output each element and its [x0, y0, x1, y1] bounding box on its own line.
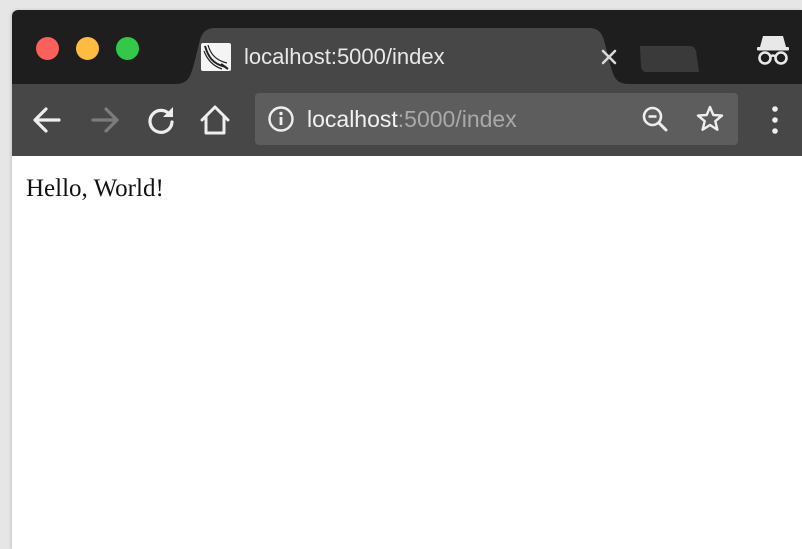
tab-title: localhost:5000/index	[244, 44, 445, 69]
new-tab-button[interactable]	[634, 44, 700, 74]
page-body-text: Hello, World!	[26, 175, 164, 202]
incognito-icon	[757, 36, 789, 65]
url-host: localhost	[307, 106, 398, 132]
zoom-out-icon[interactable]	[641, 105, 669, 133]
arrow-right-icon[interactable]	[88, 103, 122, 137]
url-text[interactable]: localhost:5000/index	[307, 104, 517, 134]
kebab-menu-icon[interactable]	[760, 103, 790, 137]
reload-icon[interactable]	[144, 103, 178, 137]
tab-strip: localhost:5000/index	[12, 10, 802, 84]
url-path: :5000/index	[397, 106, 517, 132]
window-minimize-button[interactable]	[76, 37, 99, 60]
window-maximize-button[interactable]	[116, 37, 139, 60]
star-icon[interactable]	[695, 104, 725, 134]
home-icon[interactable]	[198, 103, 232, 137]
flask-icon	[201, 43, 231, 71]
address-bar[interactable]: localhost:5000/index	[255, 93, 738, 145]
page-content: Hello, World!	[12, 156, 802, 549]
window-close-button[interactable]	[36, 37, 59, 60]
arrow-left-icon[interactable]	[30, 103, 64, 137]
browser-window: localhost:5000/index localhost:5000/inde…	[12, 10, 802, 549]
close-icon[interactable]	[596, 44, 622, 70]
tab-active[interactable]: localhost:5000/index	[174, 28, 630, 84]
info-icon[interactable]	[267, 105, 295, 133]
toolbar: localhost:5000/index	[12, 84, 802, 156]
